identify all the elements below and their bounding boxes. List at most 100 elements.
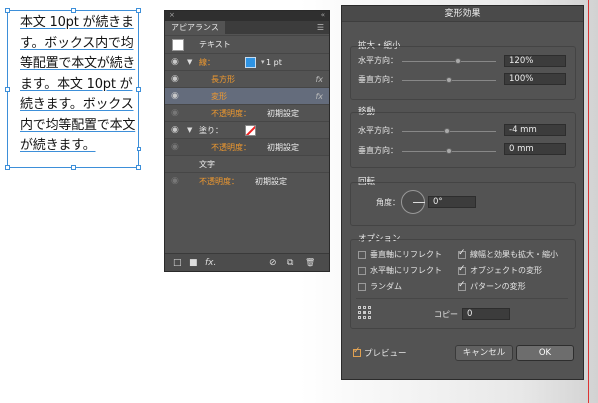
appearance-row-transform[interactable]: ◉ 変形 fx xyxy=(165,87,329,104)
resize-handle-br[interactable] xyxy=(136,165,141,170)
collapse-icon[interactable]: « xyxy=(321,11,325,19)
fill-none-swatch[interactable] xyxy=(245,124,256,136)
scale-h-slider[interactable] xyxy=(402,61,496,62)
eye-icon[interactable]: ◉ xyxy=(171,108,181,118)
scale-strokes-checkbox[interactable] xyxy=(458,248,466,259)
scale-h-label: 水平方向： xyxy=(358,56,398,65)
text-line: ます。本文 10pt が xyxy=(20,76,133,92)
eye-icon[interactable]: ◉ xyxy=(171,176,181,186)
panel-menu-icon[interactable]: ☰ xyxy=(317,23,324,32)
transform-objects-label[interactable]: オブジェクトの変形 xyxy=(470,265,542,276)
stroke-label[interactable]: 線： xyxy=(199,57,215,68)
transform-effect-label[interactable]: 変形 xyxy=(211,91,227,102)
reference-point-icon[interactable] xyxy=(358,306,371,319)
appearance-row-rectangle[interactable]: ◉ 長方形 fx xyxy=(165,70,329,87)
text-frame-content[interactable]: 本文 10pt が続きま す。ボックス内で均 等配置で本文が続き ます。本文 1… xyxy=(20,13,142,157)
scale-v-slider-knob[interactable] xyxy=(446,77,452,83)
preview-label[interactable]: プレビュー xyxy=(364,347,407,359)
copies-input[interactable]: 0 xyxy=(462,308,510,320)
expand-triangle-icon[interactable]: ▼ xyxy=(187,58,192,66)
resize-handle-t[interactable] xyxy=(71,8,76,13)
reflect-vertical-label[interactable]: 垂直軸にリフレクト xyxy=(370,249,442,260)
resize-handle-bl[interactable] xyxy=(5,165,10,170)
eye-icon[interactable]: ◉ xyxy=(171,74,181,84)
stroke-color-swatch[interactable] xyxy=(245,56,256,68)
add-stroke-icon[interactable]: □ xyxy=(173,258,182,268)
appearance-row-opacity-fill[interactable]: ◉ 不透明度： 初期設定 xyxy=(165,138,329,155)
move-v-slider-knob[interactable] xyxy=(446,148,452,154)
copies-label: コピー xyxy=(434,310,458,319)
text-overflow-port[interactable] xyxy=(137,147,141,151)
eye-icon[interactable]: ◉ xyxy=(171,125,181,135)
text-line: 続きます。ボックス xyxy=(20,97,134,112)
opacity-label[interactable]: 不透明度： xyxy=(199,176,239,187)
scale-h-input[interactable]: 120% xyxy=(504,55,566,67)
opacity-value: 初期設定 xyxy=(267,108,299,118)
move-h-label: 水平方向： xyxy=(358,126,398,135)
resize-handle-tr[interactable] xyxy=(136,8,141,13)
random-checkbox[interactable] xyxy=(358,283,366,291)
move-h-input[interactable]: -4 mm xyxy=(504,124,566,136)
move-group xyxy=(350,112,576,168)
ok-button[interactable]: OK xyxy=(516,345,574,361)
scale-v-label: 垂直方向： xyxy=(358,75,398,84)
resize-handle-b[interactable] xyxy=(71,165,76,170)
eye-icon[interactable]: ◉ xyxy=(171,57,181,67)
close-icon[interactable]: × xyxy=(169,11,175,19)
transform-objects-checkbox[interactable] xyxy=(458,264,466,275)
preview-checkbox[interactable] xyxy=(353,346,361,357)
panel-titlebar[interactable]: × « xyxy=(165,11,329,21)
add-effect-icon[interactable]: fx. xyxy=(205,258,216,268)
move-v-input[interactable]: 0 mm xyxy=(504,143,566,155)
text-line: 本文 10pt が続きま xyxy=(20,15,134,30)
cancel-button[interactable]: キャンセル xyxy=(455,345,513,361)
characters-label[interactable]: 文字 xyxy=(199,159,215,170)
reflect-horizontal-label[interactable]: 水平軸にリフレクト xyxy=(370,265,442,276)
fx-icon: fx xyxy=(315,91,323,101)
expand-triangle-icon[interactable]: ▼ xyxy=(187,126,192,134)
panel-tabs: アピアランス ☰ xyxy=(165,21,329,34)
clear-appearance-icon[interactable]: ⊘ xyxy=(269,258,277,268)
opacity-label[interactable]: 不透明度： xyxy=(211,142,251,153)
add-fill-icon[interactable]: ■ xyxy=(189,258,198,268)
resize-handle-l[interactable] xyxy=(5,87,10,92)
eye-icon[interactable]: ◉ xyxy=(171,142,181,152)
transform-patterns-label[interactable]: パターンの変形 xyxy=(470,281,526,292)
appearance-row-opacity-stroke[interactable]: ◉ 不透明度： 初期設定 xyxy=(165,104,329,121)
text-line: 等配置で本文が続き xyxy=(20,56,136,71)
delete-item-icon[interactable]: 🗑 xyxy=(305,258,315,267)
angle-dial[interactable] xyxy=(401,190,425,214)
text-thumbnail xyxy=(172,38,184,51)
eye-icon[interactable]: ◉ xyxy=(171,91,181,101)
reflect-vertical-checkbox[interactable] xyxy=(358,251,366,259)
scale-strokes-label[interactable]: 線幅と効果も拡大・縮小 xyxy=(470,249,558,260)
angle-label: 角度： xyxy=(376,198,400,207)
duplicate-item-icon[interactable]: ⧉ xyxy=(287,258,293,268)
swatch-dropdown-icon[interactable]: ▾ xyxy=(261,58,265,66)
move-v-label: 垂直方向： xyxy=(358,146,398,155)
transform-effect-dialog: 変形効果 拡大・縮小 水平方向： 120% 垂直方向： 100% 移動 水平方向… xyxy=(341,5,584,380)
resize-handle-tl[interactable] xyxy=(5,8,10,13)
transform-patterns-checkbox[interactable] xyxy=(458,280,466,291)
opacity-value: 初期設定 xyxy=(267,142,299,152)
resize-handle-r[interactable] xyxy=(136,87,141,92)
opacity-value: 初期設定 xyxy=(255,176,287,186)
angle-input[interactable]: 0° xyxy=(428,196,476,208)
text-frame[interactable]: 本文 10pt が続きま す。ボックス内で均 等配置で本文が続き ます。本文 1… xyxy=(5,8,142,170)
random-label[interactable]: ランダム xyxy=(370,281,402,292)
scale-v-input[interactable]: 100% xyxy=(504,73,566,85)
tab-appearance[interactable]: アピアランス xyxy=(165,21,225,34)
stroke-weight[interactable]: 1 pt xyxy=(266,58,282,67)
text-line: 内で均等配置で本文 xyxy=(20,117,136,133)
appearance-row-fill[interactable]: ◉ ▼ 塗り： xyxy=(165,121,329,138)
fill-label[interactable]: 塗り： xyxy=(199,125,223,136)
opacity-label[interactable]: 不透明度： xyxy=(211,108,251,119)
bleed-guide xyxy=(588,0,589,403)
rectangle-effect-label[interactable]: 長方形 xyxy=(211,74,235,85)
appearance-row-opacity-object[interactable]: ◉ 不透明度： 初期設定 xyxy=(165,172,329,189)
reflect-horizontal-checkbox[interactable] xyxy=(358,267,366,275)
appearance-row-stroke[interactable]: ◉ ▼ 線： ▾ 1 pt xyxy=(165,53,329,70)
appearance-row-header[interactable]: テキスト xyxy=(165,35,329,53)
appearance-row-characters[interactable]: 文字 xyxy=(165,155,329,172)
appearance-toolbar: □ ■ fx. ⊘ ⧉ 🗑 xyxy=(165,253,329,271)
